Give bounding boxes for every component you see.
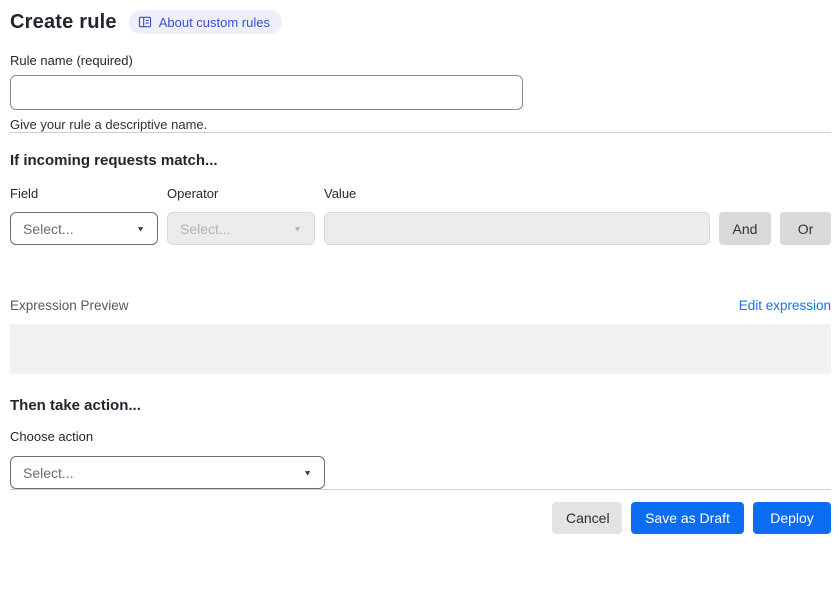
operator-group: Operator Select... ▼ xyxy=(167,186,315,245)
edit-expression-link[interactable]: Edit expression xyxy=(739,298,831,313)
field-select-value: Select... xyxy=(23,220,74,237)
rule-name-helper: Give your rule a descriptive name. xyxy=(10,117,208,132)
expression-preview-label: Expression Preview xyxy=(10,298,129,313)
footer-actions: Cancel Save as Draft Deploy xyxy=(10,502,831,534)
section-divider xyxy=(10,132,831,133)
and-button[interactable]: And xyxy=(719,212,771,245)
footer-divider xyxy=(10,489,831,490)
about-link-label: About custom rules xyxy=(158,14,270,30)
choose-action-label: Choose action xyxy=(10,429,94,444)
value-label: Value xyxy=(324,186,357,201)
deploy-button[interactable]: Deploy xyxy=(753,502,831,534)
book-open-icon xyxy=(138,15,152,29)
rule-name-input[interactable] xyxy=(10,75,523,110)
value-input xyxy=(324,212,710,245)
about-custom-rules-link[interactable]: About custom rules xyxy=(128,10,282,34)
operator-select: Select... ▼ xyxy=(167,212,315,245)
field-label: Field xyxy=(10,186,39,201)
cancel-button[interactable]: Cancel xyxy=(552,502,622,534)
header: Create rule About custom rules xyxy=(10,10,831,34)
condition-row: Field Select... ▼ Operator Select... ▼ V… xyxy=(10,186,831,245)
create-rule-form: Create rule About custom rules Rule name… xyxy=(0,0,839,534)
match-section-heading: If incoming requests match... xyxy=(10,152,218,169)
choose-action-select[interactable]: Select... ▼ xyxy=(10,456,325,489)
field-group: Field Select... ▼ xyxy=(10,186,158,245)
page-title: Create rule xyxy=(10,10,117,33)
save-as-draft-button[interactable]: Save as Draft xyxy=(631,502,744,534)
chevron-down-icon: ▼ xyxy=(303,468,312,477)
operator-label: Operator xyxy=(167,186,219,201)
field-select[interactable]: Select... ▼ xyxy=(10,212,158,245)
operator-select-value: Select... xyxy=(180,220,231,237)
chevron-down-icon: ▼ xyxy=(293,224,302,233)
action-section-heading: Then take action... xyxy=(10,397,141,414)
value-group: Value xyxy=(324,186,710,245)
or-button[interactable]: Or xyxy=(780,212,831,245)
rule-name-label: Rule name (required) xyxy=(10,53,133,68)
choose-action-value: Select... xyxy=(23,464,74,481)
expression-preview-box xyxy=(10,324,831,374)
expression-header-row: Expression Preview Edit expression xyxy=(10,298,831,313)
chevron-down-icon: ▼ xyxy=(136,224,145,233)
